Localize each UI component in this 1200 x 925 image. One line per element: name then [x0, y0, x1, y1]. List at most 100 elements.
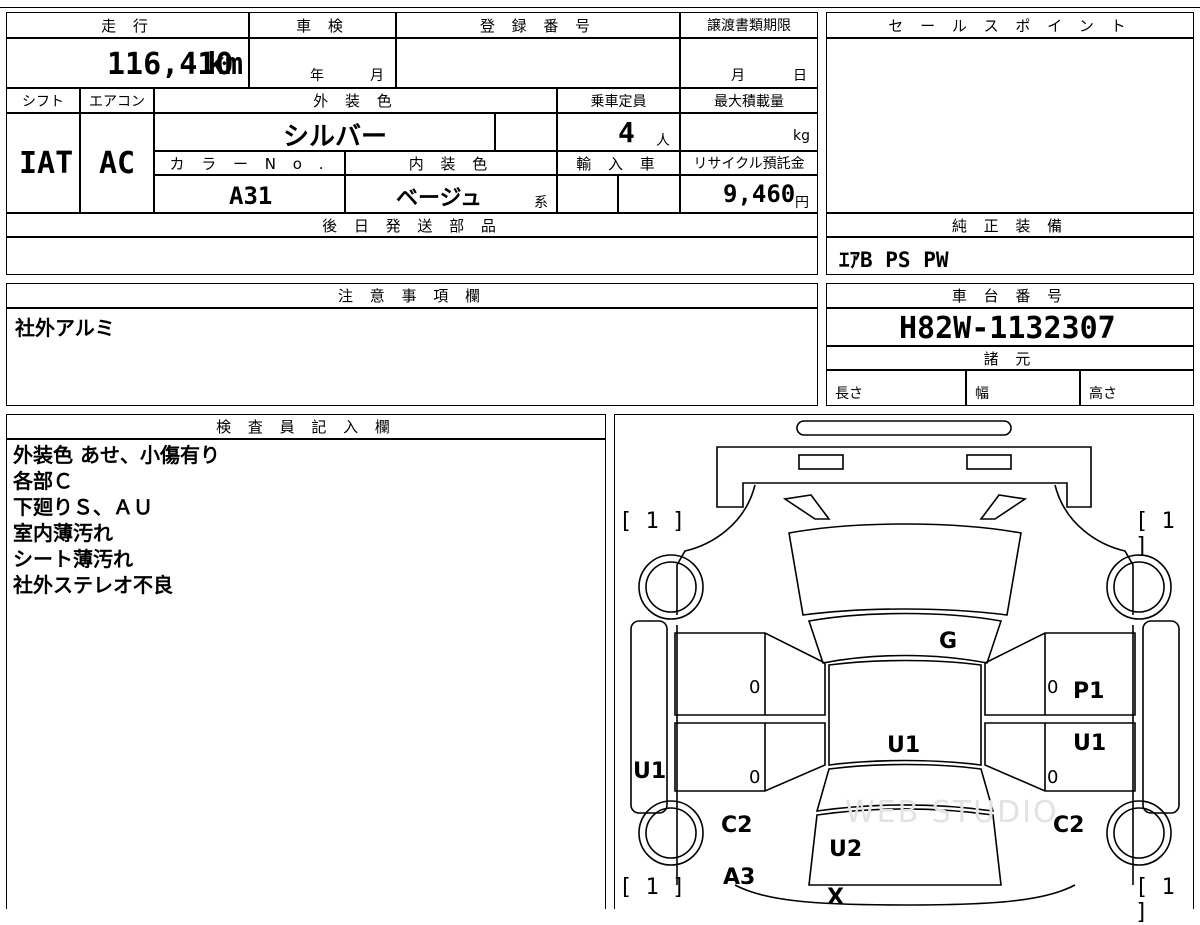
cowl-shape — [807, 612, 1003, 664]
front-door-left-shape — [674, 632, 826, 716]
mileage-unit: km — [207, 47, 244, 82]
wheel-rear-right-inner — [1113, 807, 1165, 859]
wheel-front-right — [1106, 554, 1172, 620]
aircon-header: エアコン — [80, 88, 154, 113]
sales-point-header: セ ー ル ス ポ イ ン ト — [826, 12, 1194, 38]
mark-rear-bumper: X — [827, 885, 844, 910]
interior-color-cell: ベージュ 系 — [345, 175, 557, 213]
shift-cell: IAT — [6, 113, 80, 213]
wheel-rear-right — [1106, 800, 1172, 866]
windshield-right-pillar — [979, 494, 1028, 520]
interior-color-header: 内 装 色 — [345, 151, 557, 175]
specs-header: 諸 元 — [826, 346, 1194, 370]
wheel-front-left-inner — [645, 561, 697, 613]
exterior-color-extra-cell — [495, 113, 557, 151]
inspector-note-line: 室内薄汚れ — [13, 521, 113, 545]
max-load-header: 最大積載量 — [680, 88, 818, 113]
inspector-notes-cell: 外装色 あせ、小傷有り 各部Ｃ 下廻りＳ、ＡＵ 室内薄汚れ シート薄汚れ 社外ス… — [6, 439, 606, 909]
spec-width-cell: 幅 — [966, 370, 1080, 406]
caution-value: 社外アルミ — [15, 316, 115, 340]
transfer-deadline-header: 譲渡書類期限 — [680, 12, 818, 38]
capacity-unit: 人 — [656, 133, 670, 149]
front-door-right-shape — [984, 632, 1136, 716]
spec-length-label: 長さ — [835, 386, 863, 402]
later-parts-header: 後 日 発 送 部 品 — [6, 213, 818, 237]
transfer-month-label: 月 — [731, 68, 745, 84]
body-outline-shape — [676, 484, 1134, 615]
mark-rear-left: A3 — [723, 865, 756, 890]
max-load-unit: kg — [793, 128, 810, 144]
recycle-fee-value: 9,460 — [723, 180, 796, 208]
inspector-note-line: シート薄汚れ — [13, 547, 133, 571]
headlight-right-shape — [966, 454, 1012, 470]
rear-door-right-shape — [984, 722, 1136, 792]
registration-cell — [396, 38, 680, 88]
mark-side-left: U1 — [633, 759, 667, 784]
transfer-deadline-cell: 月 日 — [680, 38, 818, 88]
interior-color-suffix: 系 — [534, 195, 548, 211]
sales-point-cell — [826, 38, 1194, 213]
standard-equipment-cell: ｴｱB PS PW — [826, 237, 1194, 275]
later-parts-cell — [6, 237, 818, 275]
side-bar-left — [630, 620, 668, 814]
wheel-front-left — [638, 554, 704, 620]
exterior-color-header: 外 装 色 — [154, 88, 557, 113]
import-cell-left — [557, 175, 618, 213]
mark-rear-door-right-zero: 0 — [1047, 767, 1059, 788]
watermark-text: WEB STUDIO — [845, 795, 1059, 830]
chassis-number-header: 車 台 番 号 — [826, 283, 1194, 308]
mark-trunk: U2 — [829, 837, 863, 862]
inspector-note-line: 外装色 あせ、小傷有り — [13, 443, 220, 467]
exterior-color-value: シルバー — [283, 122, 388, 152]
inspection-month-label: 月 — [370, 68, 384, 84]
inspection-year-label: 年 — [310, 68, 324, 84]
recycle-fee-header: リサイクル預託金 — [680, 151, 818, 175]
caution-header: 注 意 事 項 欄 — [6, 283, 818, 308]
tire-rr-rating: [ 1 ] — [1135, 875, 1175, 925]
import-cell-right — [618, 175, 680, 213]
interior-color-value: ベージュ — [396, 186, 483, 211]
mark-front-door-left: 0 — [749, 677, 761, 698]
tire-rl-rating: [ 1 ] — [619, 875, 686, 900]
windshield-shape — [788, 523, 1022, 616]
mark-roof: U1 — [887, 733, 921, 758]
spec-length-cell: 長さ — [826, 370, 966, 406]
mileage-header: 走 行 — [6, 12, 249, 38]
tire-fl-rating: [ 1 ] — [619, 509, 686, 534]
windshield-left-pillar — [782, 494, 831, 520]
mark-front-door-right: 0 — [1047, 677, 1059, 698]
inspector-note-line: 下廻りＳ、ＡＵ — [13, 495, 153, 519]
import-header: 輸 入 車 — [557, 151, 680, 175]
rear-bumper-shape — [734, 884, 1076, 906]
spec-height-label: 高さ — [1089, 386, 1117, 402]
top-cutoff-strip — [0, 0, 1200, 8]
spec-width-label: 幅 — [975, 386, 989, 402]
shift-header: シフト — [6, 88, 80, 113]
tire-fr-rating: [ 1 ] — [1135, 509, 1175, 559]
shift-value: IAT — [19, 146, 74, 181]
color-no-cell: A31 — [154, 175, 345, 213]
chassis-number-cell: H82W-1132307 — [826, 308, 1194, 346]
front-bumper-shape — [796, 420, 1012, 436]
color-no-value: A31 — [229, 182, 273, 210]
inspection-header: 車 検 — [249, 12, 396, 38]
car-diagram-panel: [ 1 ] [ 1 ] [ 1 ] [ 1 ] G 0 0 P1 U1 U1 U… — [614, 414, 1194, 925]
standard-equipment-value: ｴｱB PS PW — [839, 248, 949, 272]
inspection-cell: 年 月 — [249, 38, 396, 88]
spec-height-cell: 高さ — [1080, 370, 1194, 406]
inspector-note-line: 社外ステレオ不良 — [13, 573, 173, 597]
wheel-rear-left — [638, 800, 704, 866]
transfer-day-label: 日 — [793, 68, 807, 84]
standard-equipment-header: 純 正 装 備 — [826, 213, 1194, 237]
caution-cell: 社外アルミ — [6, 308, 818, 406]
inspector-header: 検 査 員 記 入 欄 — [6, 414, 606, 439]
mark-hood: G — [939, 629, 958, 654]
mark-fender-right: P1 — [1073, 679, 1105, 704]
aircon-value: AC — [99, 146, 136, 181]
car-body-diagram — [630, 420, 1180, 906]
headlight-left-shape — [798, 454, 844, 470]
registration-header: 登 録 番 号 — [396, 12, 680, 38]
mark-rear-door-left: 0 — [749, 767, 761, 788]
front-grille-shape — [716, 446, 1092, 508]
mark-rear-door-right: U1 — [1073, 731, 1107, 756]
